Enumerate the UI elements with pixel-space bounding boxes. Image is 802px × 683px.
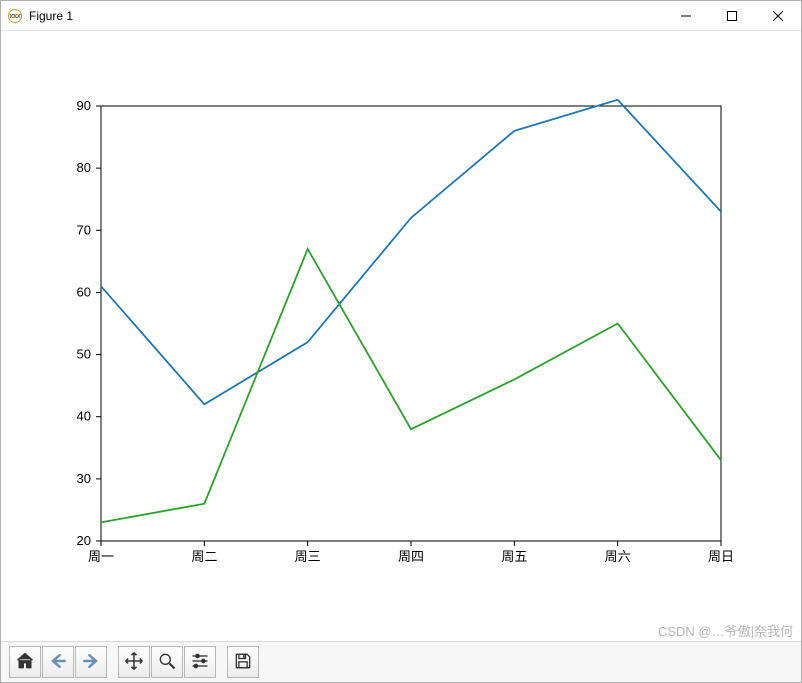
titlebar: Figure 1 [1, 1, 801, 31]
y-tick-label: 90 [77, 98, 91, 113]
series-series2 [101, 249, 721, 522]
toolbar-separator [108, 646, 118, 678]
y-tick-label: 50 [77, 347, 91, 362]
x-tick-label: 周五 [501, 549, 527, 564]
arrow-right-icon [81, 651, 101, 674]
y-tick-label: 40 [77, 409, 91, 424]
move-icon [124, 651, 144, 674]
y-tick-label: 20 [77, 533, 91, 548]
home-icon [15, 651, 35, 674]
x-tick-label: 周四 [398, 549, 424, 564]
x-tick-label: 周三 [295, 549, 321, 564]
forward-button[interactable] [75, 646, 107, 678]
save-button[interactable] [227, 646, 259, 678]
home-button[interactable] [9, 646, 41, 678]
app-icon [7, 8, 23, 24]
pan-button[interactable] [118, 646, 150, 678]
series-series1 [101, 100, 721, 405]
toolbar-separator [217, 646, 227, 678]
save-icon [233, 651, 253, 674]
y-tick-label: 80 [77, 160, 91, 175]
y-tick-label: 60 [77, 284, 91, 299]
y-tick-label: 70 [77, 222, 91, 237]
window-title: Figure 1 [29, 9, 73, 23]
minimize-button[interactable] [663, 1, 709, 31]
maximize-button[interactable] [709, 1, 755, 31]
configure-button[interactable] [184, 646, 216, 678]
plot-area[interactable]: 20 30 40 50 60 70 80 90 周一 周二 周三 周四 周五 周六 周日 [1, 31, 801, 641]
y-tick-label: 30 [77, 471, 91, 486]
close-button[interactable] [755, 1, 801, 31]
toolbar [1, 641, 801, 682]
arrow-left-icon [48, 651, 68, 674]
x-tick-label: 周二 [191, 549, 217, 564]
x-tick-label: 周六 [605, 549, 631, 564]
magnifier-icon [157, 651, 177, 674]
zoom-button[interactable] [151, 646, 183, 678]
sliders-icon [190, 651, 210, 674]
back-button[interactable] [42, 646, 74, 678]
x-tick-label: 周一 [88, 549, 114, 564]
x-tick-label: 周日 [708, 549, 734, 564]
